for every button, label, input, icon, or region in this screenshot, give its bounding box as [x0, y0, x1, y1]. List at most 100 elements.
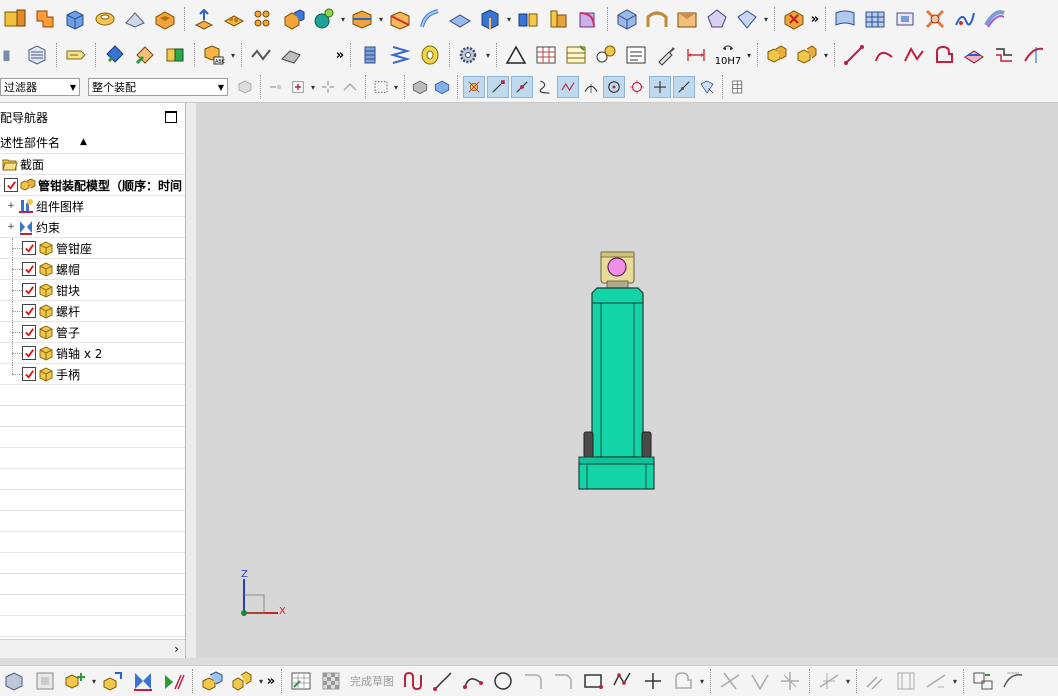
snap-circle-center-icon[interactable]: [603, 76, 625, 98]
snap-all-icon[interactable]: [463, 76, 485, 98]
sketch-arc-icon[interactable]: [460, 668, 486, 694]
assembly-add-icon[interactable]: [794, 42, 820, 68]
cylinder-part-icon[interactable]: [357, 42, 383, 68]
sketch-circle-icon[interactable]: [490, 668, 516, 694]
project-curve-icon[interactable]: [961, 42, 987, 68]
finish-sketch-label[interactable]: 完成草图: [350, 673, 394, 689]
selection-scope-select[interactable]: 整个装配 ▼: [88, 78, 228, 96]
flow-surface-icon[interactable]: [982, 6, 1008, 32]
expand-icon[interactable]: +: [6, 222, 16, 232]
add-part-icon[interactable]: [62, 668, 88, 694]
dropdown-arrow[interactable]: ▾: [377, 15, 385, 24]
studio-surface-icon[interactable]: [734, 6, 760, 32]
sketch-fillet-icon[interactable]: [520, 668, 546, 694]
snap-endpoint-icon[interactable]: [487, 76, 509, 98]
visibility-checkbox[interactable]: [22, 262, 36, 276]
trim-curve-icon[interactable]: [1021, 42, 1047, 68]
snap-quadrant-icon[interactable]: [627, 76, 647, 98]
graphics-viewport[interactable]: Z X: [196, 103, 1058, 658]
dropdown-arrow[interactable]: ▾: [822, 51, 830, 60]
spring-icon[interactable]: [387, 42, 413, 68]
select-component-icon[interactable]: [432, 76, 452, 98]
sphere-pin-icon[interactable]: [311, 6, 337, 32]
sketch-polygon-icon[interactable]: [610, 668, 636, 694]
split-body-icon[interactable]: [349, 6, 375, 32]
revolve-icon[interactable]: [92, 6, 118, 32]
bridge-surface-icon[interactable]: [644, 6, 670, 32]
explode-view-icon[interactable]: ABC: [201, 42, 227, 68]
trim-body-icon[interactable]: [387, 6, 413, 32]
snap-grid-icon[interactable]: [728, 76, 748, 98]
dropdown-arrow[interactable]: ▾: [229, 51, 237, 60]
shell-icon[interactable]: [122, 6, 148, 32]
assembly-filter-icon[interactable]: [235, 76, 255, 98]
dropdown-arrow[interactable]: ▾: [257, 677, 265, 686]
thicken-icon[interactable]: [447, 6, 473, 32]
snap-control-point-icon[interactable]: [535, 76, 555, 98]
tree-row-section[interactable]: 截面: [0, 154, 185, 175]
bearing-icon[interactable]: [417, 42, 443, 68]
select-tangent-icon[interactable]: [340, 76, 360, 98]
snap-on-face-icon[interactable]: [697, 76, 717, 98]
visibility-checkbox[interactable]: [22, 325, 36, 339]
make-corner-icon[interactable]: [777, 668, 803, 694]
sketch-point-icon[interactable]: [640, 668, 666, 694]
pattern-feature-icon[interactable]: [251, 6, 277, 32]
extrude-feature-icon[interactable]: [32, 6, 58, 32]
quick-extend-icon[interactable]: [747, 668, 773, 694]
tree-row-component[interactable]: 螺杆: [0, 301, 185, 322]
auto-constrain-icon[interactable]: [863, 668, 889, 694]
arc-icon[interactable]: [871, 42, 897, 68]
more-tools-icon[interactable]: »: [809, 12, 821, 27]
dropdown-arrow[interactable]: ▾: [745, 51, 753, 60]
profile-edge-icon[interactable]: [278, 42, 304, 68]
offset-curve-icon[interactable]: [991, 42, 1017, 68]
sketch-chamfer-icon[interactable]: [550, 668, 576, 694]
geometric-constraint-icon[interactable]: [816, 668, 842, 694]
table-grid-icon[interactable]: [533, 42, 559, 68]
dropdown-arrow[interactable]: ▾: [844, 677, 852, 686]
mesh-surface-icon[interactable]: [862, 6, 888, 32]
law-curve-icon[interactable]: [952, 6, 978, 32]
dropdown-arrow[interactable]: ▾: [762, 15, 770, 24]
blend-edge-icon[interactable]: [575, 6, 601, 32]
mirror-body-icon[interactable]: [515, 6, 541, 32]
snap-on-curve-icon[interactable]: [673, 76, 695, 98]
horizontal-scrollbar[interactable]: ›: [0, 639, 185, 658]
tree-row-component[interactable]: 螺帽: [0, 259, 185, 280]
dimension-icon[interactable]: [683, 42, 709, 68]
snap-existing-point-icon[interactable]: [649, 76, 671, 98]
tolerance-fit-icon[interactable]: 10H7: [713, 42, 743, 68]
emboss-icon[interactable]: [221, 6, 247, 32]
sketch-line-icon[interactable]: [430, 668, 456, 694]
part-list-icon[interactable]: [563, 42, 589, 68]
mate-arrow-icon[interactable]: [160, 668, 186, 694]
expand-icon[interactable]: +: [6, 201, 16, 211]
unite-icon[interactable]: [281, 6, 307, 32]
gear-icon[interactable]: [456, 42, 482, 68]
line-icon[interactable]: [841, 42, 867, 68]
sketch-relations-icon[interactable]: [1000, 668, 1026, 694]
dropdown-arrow[interactable]: ▾: [339, 15, 347, 24]
text-note-icon[interactable]: [623, 42, 649, 68]
dropdown-arrow[interactable]: ▾: [392, 83, 400, 92]
draft-icon[interactable]: [545, 6, 571, 32]
add-component-icon[interactable]: [102, 42, 128, 68]
quick-trim-icon[interactable]: [717, 668, 743, 694]
ruled-surface-icon[interactable]: [674, 6, 700, 32]
sketch-settings-icon[interactable]: [970, 668, 996, 694]
assembly-sequence-icon[interactable]: [2, 668, 28, 694]
maximize-icon[interactable]: [165, 111, 177, 123]
dropdown-arrow[interactable]: ▾: [309, 83, 317, 92]
brush-style-icon[interactable]: [653, 42, 679, 68]
finish-sketch-flag-icon[interactable]: [318, 668, 344, 694]
panel-splitter[interactable]: [186, 103, 196, 658]
visibility-checkbox[interactable]: [22, 304, 36, 318]
tree-row-component[interactable]: 手柄: [0, 364, 185, 385]
tree-row-component[interactable]: 管子: [0, 322, 185, 343]
tree-row-component[interactable]: 管钳座: [0, 238, 185, 259]
balloon-icon[interactable]: [593, 42, 619, 68]
visibility-checkbox[interactable]: [4, 178, 18, 192]
type-filter-select[interactable]: 过滤器 ▼: [0, 78, 80, 96]
tree-row-component[interactable]: 钳块: [0, 280, 185, 301]
